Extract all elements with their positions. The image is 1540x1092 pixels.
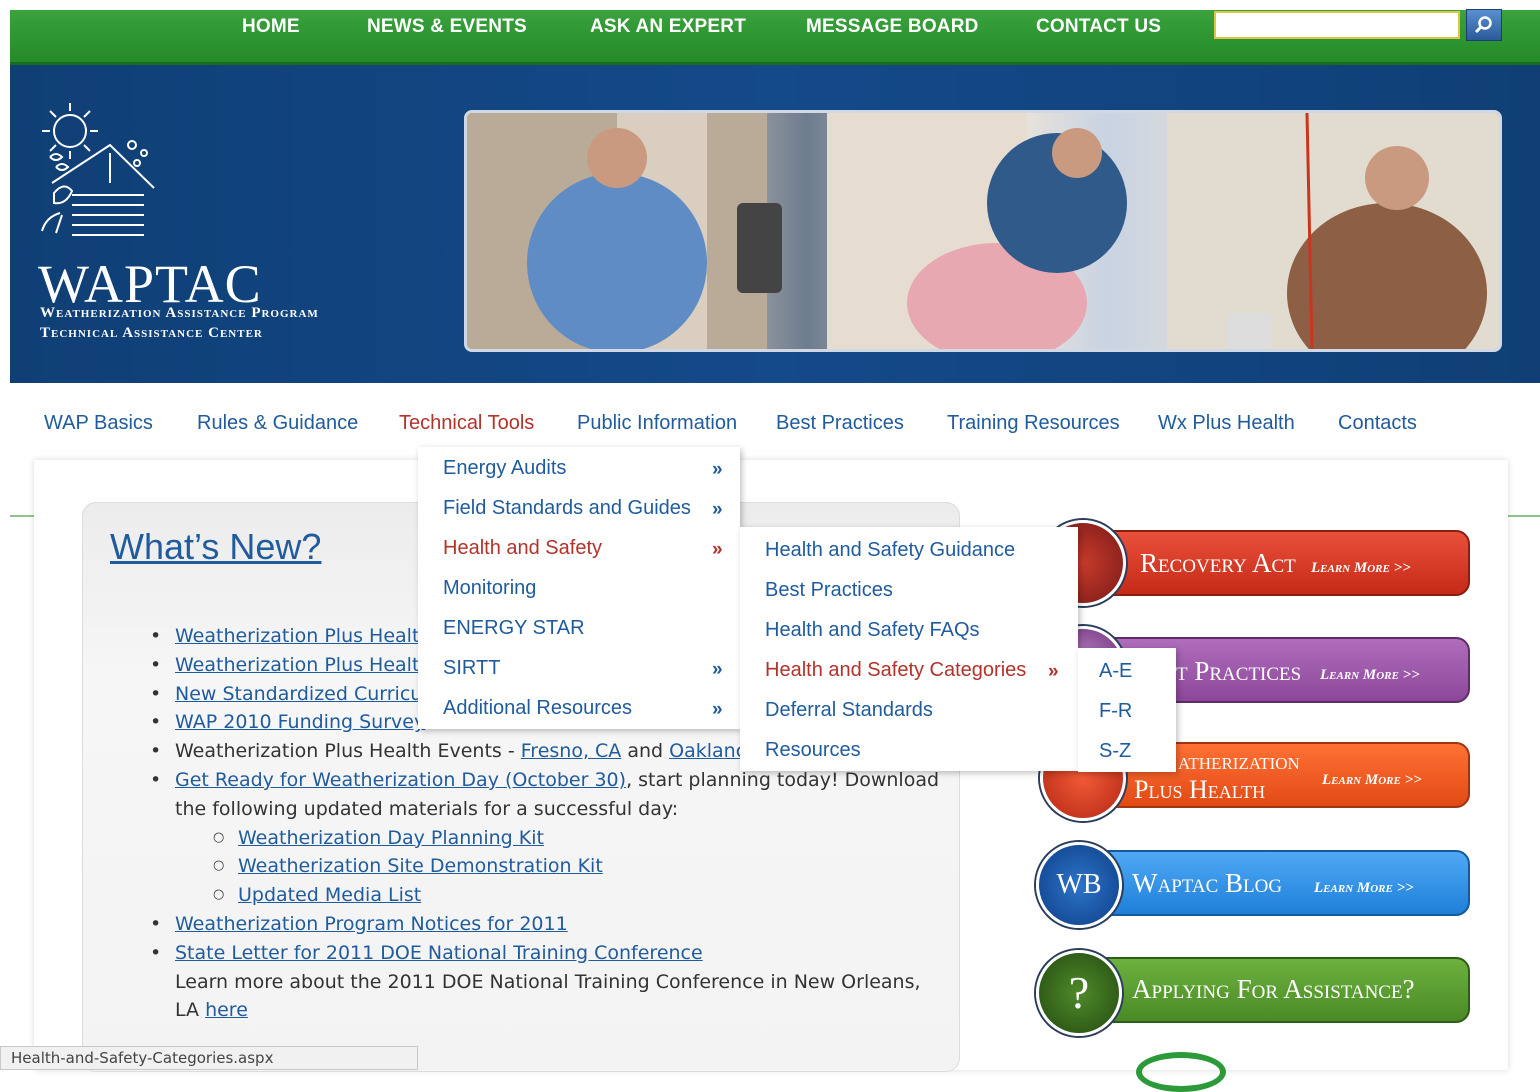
menu-item-field-standards[interactable]: Field Standards and Guides [443, 497, 691, 520]
search-icon [1474, 16, 1492, 34]
submenu-arrow-icon: » [712, 659, 723, 680]
news-link-media-list[interactable]: Updated Media List [238, 884, 421, 906]
news-text: and [621, 740, 670, 763]
sub-list-item: Weatherization Site Demonstration Kit [175, 852, 940, 881]
news-link[interactable]: WAP 2010 Funding Survey [175, 711, 425, 733]
list-item: Weatherization Program Notices for 2011 [150, 910, 940, 939]
news-link-fresno[interactable]: Fresno, CA [521, 740, 622, 762]
waptac-logo-icon[interactable] [32, 93, 162, 243]
menu-item-energy-star[interactable]: ENERGY STAR [443, 617, 585, 640]
menu-item-additional-resources[interactable]: Additional Resources [443, 697, 632, 720]
news-link-oakland[interactable]: Oaklanc [669, 740, 746, 762]
menu-item-hs-best-practices[interactable]: Best Practices [765, 579, 893, 602]
search-input[interactable] [1214, 11, 1460, 39]
hero-image [464, 110, 1502, 352]
news-link-demo-kit[interactable]: Weatherization Site Demonstration Kit [238, 855, 603, 877]
top-nav-home[interactable]: HOME [242, 16, 300, 38]
site-header: WAPTAC Weatherization Assistance Program… [10, 65, 1540, 383]
promo-label: t Practices [1176, 656, 1302, 686]
promo-label: Recovery Act [1140, 548, 1296, 578]
submenu-arrow-icon: » [712, 699, 723, 720]
news-link[interactable]: Weatherization Plus Healt [175, 625, 419, 647]
question-icon: ? [1036, 950, 1122, 1036]
list-item: State Letter for 2011 DOE National Train… [150, 939, 940, 1025]
partial-promo-icon [1136, 1052, 1226, 1092]
menu-item-energy-audits[interactable]: Energy Audits [443, 457, 566, 480]
menu-item-monitoring[interactable]: Monitoring [443, 577, 536, 600]
promo-label: Waptac Blog [1132, 868, 1283, 898]
main-nav-rules-guidance[interactable]: Rules & Guidance [197, 412, 358, 435]
menu-item-resources[interactable]: Resources [765, 739, 861, 762]
menu-item-hs-categories[interactable]: Health and Safety Categories [765, 659, 1026, 682]
submenu-arrow-icon: » [712, 539, 723, 560]
menu-item-sirtt[interactable]: SIRTT [443, 657, 500, 680]
list-item: Get Ready for Weatherization Day (Octobe… [150, 766, 940, 910]
status-bar: Health-and-Safety-Categories.aspx [0, 1046, 418, 1070]
news-link-planning-kit[interactable]: Weatherization Day Planning Kit [238, 827, 544, 849]
search-button[interactable] [1466, 9, 1502, 41]
menu-item-health-and-safety[interactable]: Health and Safety [443, 537, 602, 560]
main-nav-training-resources[interactable]: Training Resources [947, 412, 1120, 435]
news-link-here[interactable]: here [205, 999, 248, 1021]
hero-photo-illustration [467, 113, 1499, 349]
main-nav-contacts[interactable]: Contacts [1338, 412, 1417, 435]
top-nav-contact-us[interactable]: CONTACT US [1036, 16, 1161, 38]
learn-more-link[interactable]: Learn More >> [1314, 880, 1414, 897]
news-link-program-notices[interactable]: Weatherization Program Notices for 2011 [175, 913, 568, 935]
menu-item-hs-guidance[interactable]: Health and Safety Guidance [765, 539, 1015, 562]
promo-label-line2: Plus Health [1134, 775, 1266, 804]
learn-more-link[interactable]: Learn More >> [1320, 667, 1420, 684]
whats-new-title[interactable]: What’s New? [110, 526, 321, 568]
logo-subtitle-line2: Technical Assistance Center [40, 325, 263, 341]
news-link-weatherization-day[interactable]: Get Ready for Weatherization Day (Octobe… [175, 769, 626, 791]
technical-tools-menu: Energy Audits » Field Standards and Guid… [418, 447, 740, 729]
submenu-arrow-icon: » [712, 459, 723, 480]
learn-more-link[interactable]: Learn More >> [1322, 772, 1422, 789]
health-safety-menu: Health and Safety Guidance Best Practice… [740, 527, 1078, 771]
sub-list-item: Weatherization Day Planning Kit [175, 824, 940, 853]
categories-menu: A-E F-R S-Z [1078, 648, 1176, 772]
news-link[interactable]: New Standardized Curricu [175, 683, 422, 705]
submenu-arrow-icon: » [712, 499, 723, 520]
blog-badge-icon: WB [1036, 842, 1122, 928]
news-text: Learn more about the 2011 DOE National T… [175, 970, 921, 1022]
promo-label-line1: atherization [1178, 749, 1300, 775]
main-nav-public-information[interactable]: Public Information [577, 412, 737, 435]
top-nav-message-board[interactable]: MESSAGE BOARD [806, 16, 979, 38]
menu-item-hs-faqs[interactable]: Health and Safety FAQs [765, 619, 980, 642]
learn-more-link[interactable]: Learn More >> [1311, 560, 1411, 577]
main-nav-technical-tools[interactable]: Technical Tools [399, 412, 534, 435]
news-text: Weatherization Plus Health Events - [175, 740, 521, 763]
main-nav-best-practices[interactable]: Best Practices [776, 412, 904, 435]
sub-list-item: Updated Media List [175, 881, 940, 910]
promo-label: Applying For Assistance? [1132, 974, 1415, 1004]
logo-subtitle-line1: Weatherization Assistance Program [40, 305, 319, 321]
menu-item-s-z[interactable]: S-Z [1099, 740, 1131, 763]
submenu-arrow-icon: » [1048, 661, 1059, 682]
menu-item-a-e[interactable]: A-E [1099, 660, 1132, 683]
menu-item-deferral-standards[interactable]: Deferral Standards [765, 699, 933, 722]
top-nav-news-events[interactable]: NEWS & EVENTS [367, 16, 527, 38]
news-link[interactable]: Weatherization Plus Healt [175, 654, 419, 676]
main-nav-wap-basics[interactable]: WAP Basics [44, 412, 153, 435]
menu-item-f-r[interactable]: F-R [1099, 700, 1132, 723]
news-link-state-letter[interactable]: State Letter for 2011 DOE National Train… [175, 942, 703, 964]
top-nav-ask-an-expert[interactable]: ASK AN EXPERT [590, 16, 746, 38]
sub-list: Weatherization Day Planning Kit Weatheri… [175, 824, 940, 910]
main-nav-wx-plus-health[interactable]: Wx Plus Health [1158, 412, 1295, 435]
